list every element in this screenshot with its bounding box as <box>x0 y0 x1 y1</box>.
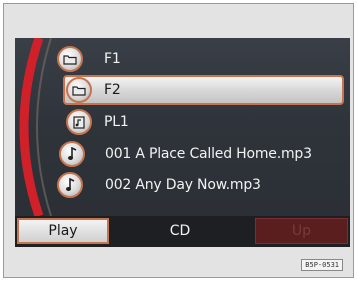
up-button[interactable]: Up <box>255 218 348 244</box>
device-frame: F1 F2 PL1 001 A Place Called Home.mp3 00… <box>3 3 354 278</box>
play-button[interactable]: Play <box>17 218 109 244</box>
list-item-f1[interactable]: F1 <box>55 44 345 74</box>
up-button-label: Up <box>291 223 312 239</box>
playlist-icon <box>66 109 92 135</box>
list-item-f2[interactable]: F2 <box>63 75 344 105</box>
music-note-icon <box>57 172 83 198</box>
figure-code: B5P-0531 <box>301 259 343 271</box>
music-note-icon <box>59 141 85 167</box>
source-cd-label: CD <box>169 223 191 239</box>
list-item-track-002[interactable]: 002 Any Day Now.mp3 <box>55 170 345 200</box>
play-button-label: Play <box>48 223 78 239</box>
folder-icon <box>57 46 83 72</box>
folder-icon <box>66 77 92 103</box>
list-item-label: 001 A Place Called Home.mp3 <box>105 146 312 162</box>
list-item-label: PL1 <box>104 114 129 130</box>
source-cd-button[interactable]: CD <box>125 218 235 244</box>
media-browser-screen: F1 F2 PL1 001 A Place Called Home.mp3 00… <box>15 38 350 247</box>
list-item-label: F1 <box>104 51 121 67</box>
list-item-pl1[interactable]: PL1 <box>63 107 345 137</box>
list-item-label: 002 Any Day Now.mp3 <box>105 177 261 193</box>
softkey-bar: Play CD Up <box>15 216 350 247</box>
list-item-label: F2 <box>104 82 121 98</box>
list-item-track-001[interactable]: 001 A Place Called Home.mp3 <box>57 139 345 169</box>
